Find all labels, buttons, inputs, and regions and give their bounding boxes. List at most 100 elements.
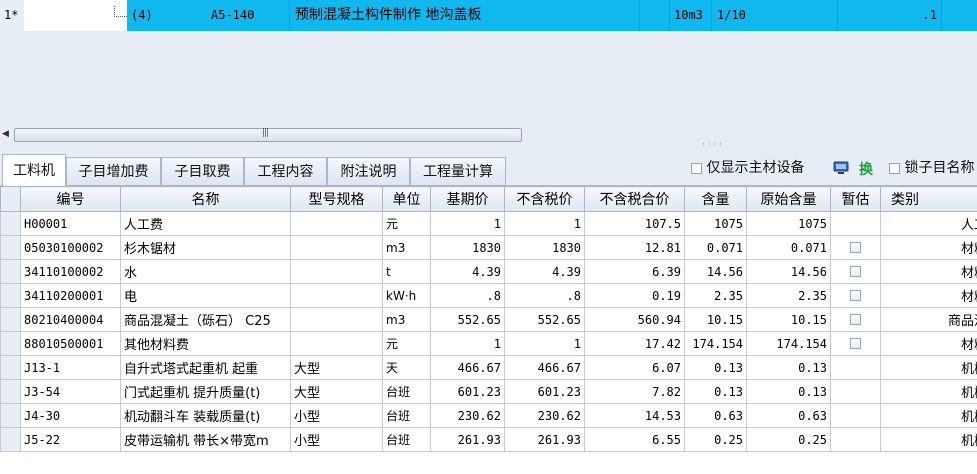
code-cell[interactable]: 80210400004 — [20, 307, 121, 332]
provisional-cell[interactable] — [830, 379, 881, 404]
col-header-unit[interactable]: 单位 — [382, 186, 431, 212]
name-cell[interactable]: 人工费 — [120, 211, 291, 236]
tab-extra-fees[interactable]: 子目增加费 — [66, 157, 161, 185]
col-header-total-ex-tax[interactable]: 不含税合价 — [584, 186, 685, 212]
orig-content-cell[interactable]: 1075 — [746, 211, 831, 236]
content-cell[interactable]: 14.56 — [684, 259, 747, 284]
provisional-cell[interactable] — [830, 403, 881, 428]
col-header-orig-content[interactable]: 原始含量 — [746, 186, 831, 212]
category-cell[interactable]: 机械 — [880, 427, 977, 452]
provisional-checkbox[interactable] — [850, 266, 861, 277]
price-ex-tax-cell[interactable]: 261.93 — [504, 427, 585, 452]
provisional-cell[interactable] — [830, 427, 881, 452]
content-cell[interactable]: 174.154 — [684, 331, 747, 356]
price-ex-tax-cell[interactable]: 4.39 — [504, 259, 585, 284]
category-cell[interactable]: 商品混 — [880, 307, 977, 332]
col-header-provisional[interactable]: 暂估 — [830, 186, 881, 212]
orig-content-cell[interactable]: 2.35 — [746, 283, 831, 308]
base-price-cell[interactable]: 1 — [430, 211, 505, 236]
content-cell[interactable]: 1075 — [684, 211, 747, 236]
unit-cell[interactable]: 台班 — [382, 427, 431, 452]
name-cell[interactable]: 商品混凝土（砾石） C25 — [120, 307, 291, 332]
table-row[interactable]: H00001人工费元11107.510751075人工 — [0, 211, 977, 236]
unit-cell[interactable]: 台班 — [382, 403, 431, 428]
row-header[interactable] — [0, 403, 21, 428]
row-header[interactable] — [0, 283, 21, 308]
base-price-cell[interactable]: .8 — [430, 283, 505, 308]
table-row[interactable]: J4-30 机动翻斗车 装载质量(t) 小型 台班 230.62 230.62 14.53 0… — [0, 403, 977, 428]
total-ex-tax-cell[interactable]: 6.39 — [584, 259, 685, 284]
unit-cell[interactable]: 台班 — [382, 379, 431, 404]
name-cell[interactable]: 其他材料费 — [120, 331, 291, 356]
orig-content-cell[interactable]: 0.13 — [746, 355, 831, 380]
main-material-only-option[interactable]: 仅显示主材设备 — [691, 159, 804, 177]
spec-cell[interactable] — [290, 307, 383, 332]
provisional-checkbox[interactable] — [850, 314, 861, 325]
provisional-cell[interactable] — [830, 283, 881, 308]
total-ex-tax-cell[interactable]: 7.82 — [584, 379, 685, 404]
provisional-cell[interactable] — [830, 235, 881, 260]
spec-cell[interactable]: 大型 — [290, 355, 383, 380]
price-ex-tax-cell[interactable]: 1830 — [504, 235, 585, 260]
code-cell[interactable]: J5-22 — [20, 427, 121, 452]
col-header-name[interactable]: 名称 — [120, 186, 291, 212]
col-header-content[interactable]: 含量 — [684, 186, 747, 212]
total-ex-tax-cell[interactable]: 6.55 — [584, 427, 685, 452]
provisional-cell[interactable] — [830, 307, 881, 332]
spec-cell[interactable] — [290, 259, 383, 284]
category-cell[interactable]: 人工 — [880, 211, 977, 236]
code-cell[interactable]: H00001 — [20, 211, 121, 236]
col-header-base-price[interactable]: 基期价 — [430, 186, 505, 212]
total-ex-tax-cell[interactable]: 0.19 — [584, 283, 685, 308]
name-cell[interactable]: 水 — [120, 259, 291, 284]
unit-cell[interactable]: 元 — [382, 211, 431, 236]
spec-cell[interactable]: 小型 — [290, 427, 383, 452]
orig-content-cell[interactable]: 10.15 — [746, 307, 831, 332]
tab-quantity-calc[interactable]: 工程量计算 — [410, 157, 506, 185]
price-ex-tax-cell[interactable]: 1 — [504, 211, 585, 236]
panel-splitter[interactable]: · · · · — [0, 140, 977, 151]
table-row[interactable]: 80210400004 商品混凝土（砾石） C25 m3 552.65 552.65 56… — [0, 307, 977, 332]
unit-cell[interactable]: m3 — [382, 235, 431, 260]
tab-labor-material-machine[interactable]: 工料机 — [2, 154, 66, 186]
table-row[interactable]: J3-54 门式起重机 提升质量(t) 大型 台班 601.23 601.23 7.82 0.… — [0, 379, 977, 404]
name-cell[interactable]: 机动翻斗车 装载质量(t) — [120, 403, 291, 428]
provisional-cell[interactable] — [830, 355, 881, 380]
unit-cell[interactable]: 天 — [382, 355, 431, 380]
row-header[interactable] — [0, 427, 21, 452]
col-header-price-ex-tax[interactable]: 不含税价 — [504, 186, 585, 212]
content-cell[interactable]: 0.13 — [684, 355, 747, 380]
row-header[interactable] — [0, 235, 21, 260]
table-row[interactable]: J5-22 皮带运输机 带长×带宽m 小型 台班 261.93 261.93 6.55 0.2… — [0, 427, 977, 452]
provisional-checkbox[interactable] — [850, 338, 861, 349]
code-cell[interactable]: J4-30 — [20, 403, 121, 428]
content-cell[interactable]: 10.15 — [684, 307, 747, 332]
base-price-cell[interactable]: 230.62 — [430, 403, 505, 428]
spec-cell[interactable]: 大型 — [290, 379, 383, 404]
category-cell[interactable]: 材料 — [880, 259, 977, 284]
table-row[interactable]: 34110100002水t4.394.396.3914.5614.56材料 — [0, 259, 977, 284]
base-price-cell[interactable]: 1830 — [430, 235, 505, 260]
provisional-cell[interactable] — [830, 259, 881, 284]
name-cell[interactable]: 电 — [120, 283, 291, 308]
scrollbar-thumb[interactable]: ||| — [14, 128, 522, 142]
item-code[interactable]: A5-140 — [179, 0, 289, 31]
price-ex-tax-cell[interactable]: 552.65 — [504, 307, 585, 332]
price-ex-tax-cell[interactable]: 1 — [504, 331, 585, 356]
total-ex-tax-cell[interactable]: 12.81 — [584, 235, 685, 260]
name-cell[interactable]: 杉木锯材 — [120, 235, 291, 260]
lock-name-option[interactable]: 锁子目名称 — [889, 159, 974, 177]
name-cell[interactable]: 自升式塔式起重机 起重 — [120, 355, 291, 380]
item-unit[interactable]: 10m3 — [669, 0, 711, 31]
col-header-spec[interactable]: 型号规格 — [290, 186, 383, 212]
col-header-category[interactable]: 类别 — [880, 186, 977, 212]
spec-cell[interactable] — [290, 235, 383, 260]
name-cell[interactable]: 皮带运输机 带长×带宽m — [120, 427, 291, 452]
provisional-checkbox[interactable] — [850, 242, 861, 253]
base-price-cell[interactable]: 261.93 — [430, 427, 505, 452]
tab-work-content[interactable]: 工程内容 — [244, 157, 327, 185]
total-ex-tax-cell[interactable]: 107.5 — [584, 211, 685, 236]
orig-content-cell[interactable]: 0.13 — [746, 379, 831, 404]
spec-cell[interactable] — [290, 211, 383, 236]
orig-content-cell[interactable]: 0.63 — [746, 403, 831, 428]
